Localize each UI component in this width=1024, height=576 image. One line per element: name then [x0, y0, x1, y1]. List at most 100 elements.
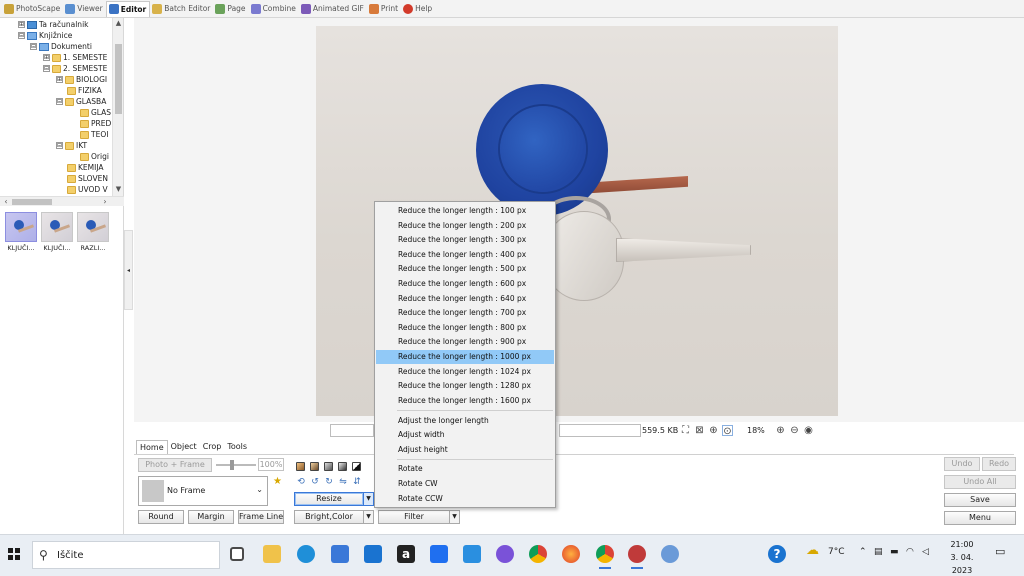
grayscale-icon[interactable] — [338, 462, 347, 471]
tree-item-teoi[interactable]: TEOI — [80, 129, 108, 140]
tree-item-fizika[interactable]: FIZIKA — [67, 85, 102, 96]
chrome-icon[interactable] — [529, 545, 547, 563]
collapse-icon[interactable]: ⊟ — [43, 65, 50, 72]
photo-frame-button[interactable]: Photo + Frame — [138, 458, 212, 472]
frame-select[interactable]: No Frame ⌄ — [138, 476, 268, 506]
expand-icon[interactable]: ⊞ — [56, 76, 63, 83]
tab-combine[interactable]: Combine — [249, 1, 299, 17]
frame-slider[interactable] — [216, 460, 256, 470]
thumbnail-item[interactable]: RAZLI... — [76, 212, 110, 256]
save-button[interactable]: Save — [944, 493, 1016, 507]
scroll-up-icon[interactable]: ▲ — [113, 18, 124, 28]
filter-button[interactable]: Filter — [378, 510, 450, 524]
store-icon[interactable] — [331, 545, 349, 563]
amazon-icon[interactable]: a — [397, 545, 415, 563]
weather-icon[interactable]: ☁ — [806, 543, 819, 558]
panel-collapse-handle[interactable]: ◂ — [124, 230, 133, 310]
tree-item-origi[interactable]: Origi — [80, 151, 109, 162]
tree-item-sloven[interactable]: SLOVEN — [67, 173, 108, 184]
actual-size-icon[interactable]: ⊠ — [694, 425, 705, 436]
bright-color-button[interactable]: Bright,Color — [294, 510, 364, 524]
scroll-left-icon[interactable]: ‹ — [1, 197, 11, 207]
menu-button[interactable]: Menu — [944, 511, 1016, 525]
invert-icon[interactable] — [352, 462, 361, 471]
expand-icon[interactable]: ⊞ — [18, 21, 25, 28]
scroll-thumb[interactable] — [12, 199, 52, 205]
mail-icon[interactable] — [364, 545, 382, 563]
weather-temperature[interactable]: 7°C — [828, 547, 845, 557]
chevron-up-icon[interactable]: ⌃ — [859, 547, 867, 557]
dropbox-icon[interactable] — [430, 545, 448, 563]
menu-item-adjust-width[interactable]: Adjust width — [376, 428, 554, 442]
menu-item-resize-640[interactable]: Reduce the longer length : 640 px — [376, 292, 554, 306]
menu-item-rotate-ccw[interactable]: Rotate CCW — [376, 492, 554, 506]
tree-item-2-semester[interactable]: ⊟ 2. SEMESTE — [43, 63, 107, 74]
wifi-icon[interactable]: ◠ — [906, 547, 914, 557]
zoom-fit-icon[interactable]: ⊕ — [708, 425, 719, 436]
resize-button[interactable]: Resize — [294, 492, 364, 506]
task-view-icon[interactable] — [230, 547, 244, 561]
redo-button[interactable]: Redo — [982, 457, 1016, 471]
menu-item-resize-700[interactable]: Reduce the longer length : 700 px — [376, 306, 554, 320]
tab-object[interactable]: Object — [168, 440, 200, 454]
frame-line-button[interactable]: Frame Line — [238, 510, 284, 524]
undo-button[interactable]: Undo — [944, 457, 980, 471]
auto-level-icon[interactable] — [296, 462, 305, 471]
tree-item-glas[interactable]: GLAS — [80, 107, 111, 118]
tab-tools[interactable]: Tools — [224, 440, 250, 454]
myp-icon[interactable] — [463, 545, 481, 563]
menu-item-resize-100[interactable]: Reduce the longer length : 100 px — [376, 204, 554, 218]
auto-contrast-icon[interactable] — [310, 462, 319, 471]
tree-item-kemija[interactable]: KEMIJA — [67, 162, 104, 173]
margin-button[interactable]: Margin — [188, 510, 234, 524]
tab-photoscape[interactable]: PhotoScape — [2, 1, 63, 17]
tree-horizontal-scrollbar[interactable]: ‹ › — [0, 196, 124, 206]
rotate-right-icon[interactable]: ↻ — [324, 477, 334, 487]
help-taskbar-icon[interactable]: ? — [768, 545, 786, 563]
scroll-thumb[interactable] — [115, 44, 122, 114]
collapse-icon[interactable]: ⊟ — [18, 32, 25, 39]
bright-color-dropdown-arrow[interactable]: ▼ — [363, 510, 374, 524]
menu-item-resize-500[interactable]: Reduce the longer length : 500 px — [376, 262, 554, 276]
tab-animated-gif[interactable]: Animated GIF — [299, 1, 367, 17]
tray-app-icon[interactable]: ▤ — [874, 547, 883, 557]
round-button[interactable]: Round — [138, 510, 184, 524]
menu-item-adjust-longer-length[interactable]: Adjust the longer length — [376, 414, 554, 428]
rotate-icon[interactable]: ⟲ — [296, 477, 306, 487]
tree-item-pred[interactable]: PRED — [80, 118, 111, 129]
zoom-in-icon[interactable]: ⊕ — [775, 425, 786, 436]
taskbar-clock[interactable]: 21:00 3. 04. 2023 — [940, 538, 984, 576]
tab-batch-editor[interactable]: Batch Editor — [150, 1, 213, 17]
firefox-icon[interactable] — [562, 545, 580, 563]
menu-item-resize-1600[interactable]: Reduce the longer length : 1600 px — [376, 394, 554, 408]
tree-item-knjiznice[interactable]: ⊟ Knjižnice — [18, 30, 72, 41]
tab-crop[interactable]: Crop — [200, 440, 225, 454]
tree-item-biologija[interactable]: ⊞ BIOLOGI — [56, 74, 107, 85]
menu-item-rotate-cw[interactable]: Rotate CW — [376, 477, 554, 491]
menu-item-resize-1280[interactable]: Reduce the longer length : 1280 px — [376, 379, 554, 393]
file-explorer-icon[interactable] — [263, 545, 281, 563]
zoom-100-icon[interactable]: ⊙ — [722, 425, 733, 437]
tree-item-dokumenti[interactable]: ⊟ Dokumenti — [30, 41, 92, 52]
info-icon[interactable]: ◉ — [803, 425, 814, 436]
tab-editor[interactable]: Editor — [105, 0, 151, 17]
menu-item-resize-200[interactable]: Reduce the longer length : 200 px — [376, 219, 554, 233]
tree-item-1-semester[interactable]: ⊞ 1. SEMESTE — [43, 52, 107, 63]
thumbnail-item[interactable]: KLJUČI... — [4, 212, 38, 256]
tab-help[interactable]: Help — [401, 1, 435, 17]
menu-item-resize-300[interactable]: Reduce the longer length : 300 px — [376, 233, 554, 247]
tree-item-ikt[interactable]: ⊟ IKT — [56, 140, 87, 151]
expand-icon[interactable]: ⊞ — [43, 54, 50, 61]
menu-item-rotate[interactable]: Rotate — [376, 462, 554, 476]
battery-icon[interactable]: ▬ — [890, 547, 899, 557]
collapse-icon[interactable]: ⊟ — [30, 43, 37, 50]
tab-print[interactable]: Print — [367, 1, 401, 17]
taskbar-search[interactable]: ⚲ Iščite — [32, 541, 220, 569]
volume-icon[interactable]: ◁ — [922, 547, 929, 557]
menu-item-resize-900[interactable]: Reduce the longer length : 900 px — [376, 335, 554, 349]
notification-icon[interactable]: ▭ — [995, 545, 1005, 558]
undo-all-button[interactable]: Undo All — [944, 475, 1016, 489]
scroll-down-icon[interactable]: ▼ — [113, 184, 124, 194]
photoscape-taskbar-icon[interactable] — [628, 545, 646, 569]
app-icon[interactable] — [496, 545, 514, 563]
